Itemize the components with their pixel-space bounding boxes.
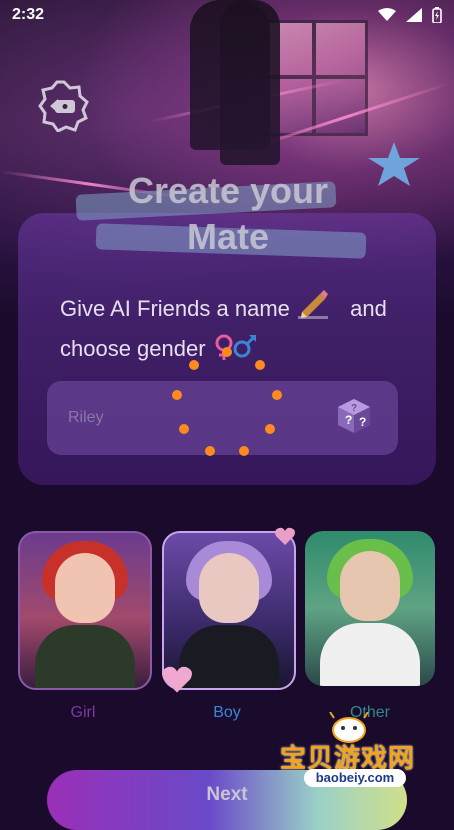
watermark-url: baobeiy.com	[304, 769, 406, 787]
avatar-body	[179, 625, 279, 688]
spinner-dot	[205, 446, 215, 456]
random-name-button[interactable]: ? ? ?	[334, 396, 374, 436]
title-line-2: Mate	[186, 216, 270, 257]
avatar-face	[55, 553, 115, 623]
back-button[interactable]	[38, 80, 90, 132]
name-prompt: Give AI Friends a name and choose gender	[60, 288, 420, 369]
mystery-dice-icon: ? ? ?	[338, 399, 370, 433]
spinner-dot	[189, 360, 199, 370]
prompt-text-3: choose gender	[60, 336, 206, 361]
heart-icon	[275, 527, 295, 545]
spinner-dot	[272, 390, 282, 400]
gender-card-other[interactable]	[305, 531, 435, 686]
signal-icon	[406, 8, 422, 22]
prompt-text-1: Give AI Friends a name	[60, 296, 290, 321]
page-title: Create your Mate	[90, 168, 366, 260]
spinner-dot	[255, 360, 265, 370]
spinner-dot	[239, 446, 249, 456]
star-crystal-icon	[368, 142, 420, 186]
avatar-face	[340, 551, 400, 621]
spinner-dot	[222, 347, 232, 357]
spinner-dot	[265, 424, 275, 434]
status-time: 2:32	[12, 6, 45, 23]
gender-card-girl[interactable]	[18, 531, 152, 690]
spinner-dot	[179, 424, 189, 434]
gender-label-girl: Girl	[70, 704, 96, 721]
svg-text:?: ?	[345, 413, 352, 427]
svg-text:?: ?	[351, 403, 357, 414]
pencil-icon	[298, 290, 329, 319]
battery-icon	[432, 7, 442, 23]
prompt-text-2: and	[350, 296, 387, 321]
avatar-body	[35, 625, 135, 688]
status-icons	[378, 7, 442, 23]
status-bar: 2:32	[0, 0, 454, 30]
gender-symbols-icon	[215, 334, 256, 360]
avatar-face	[199, 553, 259, 623]
title-line-1: Create your	[127, 170, 329, 211]
wifi-icon	[378, 8, 396, 21]
next-button-label: Next	[206, 784, 248, 805]
gender-label-boy: Boy	[213, 704, 241, 721]
spinner-dot	[172, 390, 182, 400]
avatar-body	[320, 623, 420, 686]
svg-text:?: ?	[359, 415, 366, 429]
heart-icon	[162, 666, 192, 693]
gender-label-other: Other	[349, 704, 390, 721]
back-arrow-icon	[38, 80, 89, 132]
